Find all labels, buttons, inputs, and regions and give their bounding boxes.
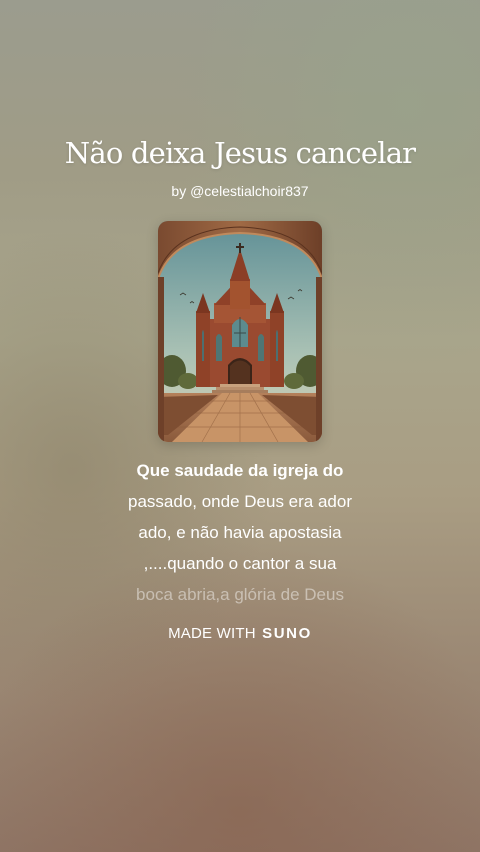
lyric-line: passado, onde Deus era ador	[128, 492, 352, 511]
church-artwork-icon	[158, 221, 322, 442]
artist-byline[interactable]: by @celestialchoir837	[0, 183, 480, 199]
suno-logo: SUNO	[262, 625, 312, 642]
lyric-line: ,....quando o cantor a sua	[143, 554, 337, 573]
lyric-line-faded: boca abria,a glória de Deus	[136, 585, 344, 604]
song-title: Não deixa Jesus cancelar	[64, 136, 416, 170]
made-with-suno-footer[interactable]: MADE WITH SUNO	[0, 625, 480, 642]
cover-art	[158, 221, 322, 442]
made-with-label: MADE WITH	[168, 625, 256, 642]
lyric-line: ado, e não havia apostasia	[138, 523, 342, 542]
lyric-line-current: Que saudade da igreja do	[136, 461, 344, 480]
